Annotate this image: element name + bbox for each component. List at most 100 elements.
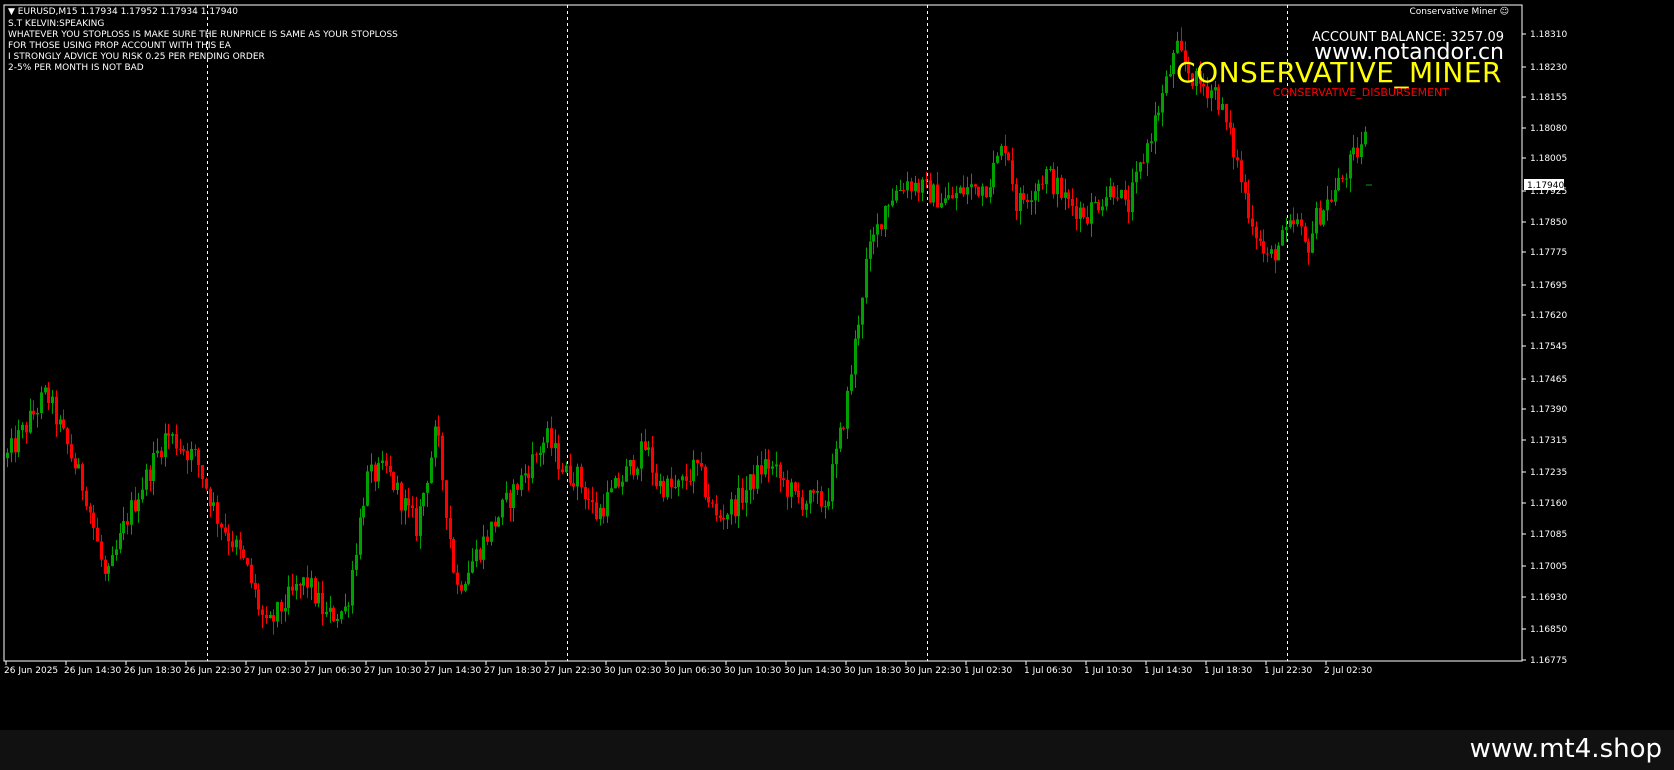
candle-body (370, 464, 373, 472)
candle-body (1169, 74, 1172, 77)
candle-body (269, 614, 272, 619)
candle-body (1341, 177, 1344, 179)
price-tick-label: 1.17315 (1530, 436, 1567, 446)
candle-body (190, 448, 193, 461)
candle-body (160, 450, 163, 457)
price-tick-label: 1.17775 (1530, 248, 1567, 258)
candle-body (220, 523, 223, 528)
candle-body (1232, 127, 1235, 158)
candle-body (850, 374, 853, 391)
candle-body (231, 541, 234, 548)
candle-body (134, 500, 137, 512)
ea-name-label[interactable]: Conservative Miner ☺ (1410, 7, 1510, 17)
price-tick-label: 1.18080 (1530, 124, 1567, 134)
candle-body (767, 459, 770, 469)
price-tick-label: 1.17465 (1530, 375, 1567, 385)
candle-body (205, 479, 208, 489)
candle-body (786, 479, 789, 497)
candle-body (1109, 186, 1112, 198)
candle-body (317, 592, 320, 604)
candle-body (715, 503, 718, 516)
candle-body (486, 536, 489, 542)
candle-body (561, 469, 564, 473)
candle-body (749, 474, 752, 491)
candle-body (107, 566, 110, 574)
candle-body (895, 190, 898, 201)
candle-body (201, 465, 204, 480)
current-price-label: 1.17940 (1527, 181, 1564, 191)
candle-body (1172, 52, 1175, 75)
candle-body (880, 224, 883, 230)
candle-body (632, 459, 635, 475)
time-tick-label: 27 Jun 18:30 (484, 666, 541, 676)
candle-body (1097, 202, 1100, 211)
chart-menu-triangle-icon[interactable]: ▼ (8, 7, 15, 17)
candle-body (992, 162, 995, 188)
candle-body (460, 584, 463, 591)
candle-body (865, 258, 868, 298)
candle-body (599, 507, 602, 520)
candle-body (1274, 249, 1277, 261)
candle-body (1244, 182, 1247, 193)
candle-body (389, 465, 392, 473)
chart-area[interactable]: 1.18310 1.18230 1.18155 1.18080 1.18005 1.179… (0, 0, 1674, 730)
candle-body (539, 452, 542, 455)
time-tick-label: 1 Jul 02:30 (964, 666, 1013, 676)
candle-body (276, 602, 279, 622)
candle-body (415, 508, 418, 536)
candle-body (14, 438, 17, 453)
price-chart[interactable]: 1.18310 1.18230 1.18155 1.18080 1.18005 1.179… (0, 0, 1674, 730)
price-tick-label: 1.16775 (1530, 656, 1567, 666)
candle-body (775, 464, 778, 467)
time-tick-label: 1 Jul 06:30 (1024, 666, 1073, 676)
candle-body (407, 498, 410, 506)
candle-body (216, 502, 219, 524)
candle-body (854, 338, 857, 375)
candle-body (280, 602, 283, 612)
candle-body (636, 468, 639, 475)
candle-body (584, 487, 587, 499)
price-tick-label: 1.18310 (1530, 30, 1567, 40)
candle-body (576, 466, 579, 487)
time-tick-label: 30 Jun 02:30 (604, 666, 661, 676)
candle-body (1105, 197, 1108, 207)
candle-body (1120, 189, 1123, 199)
candle-body (591, 500, 594, 503)
candle-body (1334, 190, 1337, 202)
price-tick-label: 1.17160 (1530, 499, 1567, 509)
candle-body (1086, 216, 1089, 224)
time-tick-label: 30 Jun 22:30 (904, 666, 961, 676)
symbol-ohlc: EURUSD,M15 1.17934 1.17952 1.17934 1.179… (17, 7, 238, 17)
candle-body (62, 419, 65, 429)
candle-body (81, 464, 84, 491)
candle-body (711, 502, 714, 504)
candle-body (392, 472, 395, 491)
candle-body (6, 452, 9, 459)
candle-body (959, 187, 962, 194)
candle-body (621, 481, 624, 487)
time-tick-label: 26 Jun 14:30 (64, 666, 121, 676)
candle-body (1112, 186, 1115, 198)
candle-body (1135, 171, 1138, 183)
candle-body (325, 611, 328, 615)
candle-body (1315, 207, 1318, 234)
candle-body (265, 614, 268, 619)
candle-body (670, 478, 673, 487)
candle-body (314, 578, 317, 604)
price-tick-label: 1.18005 (1530, 154, 1567, 164)
candle-body (906, 181, 909, 191)
candle-body (126, 521, 129, 525)
candle-body (374, 464, 377, 482)
candle-body (122, 521, 125, 534)
candle-body (404, 498, 407, 511)
candle-body (505, 492, 508, 500)
candle-body (674, 486, 677, 488)
candle-body (426, 482, 429, 493)
candle-body (839, 427, 842, 449)
candle-body (445, 480, 448, 518)
candle-body (1240, 160, 1243, 183)
candle-body (1161, 93, 1164, 113)
candle-body (17, 430, 20, 453)
ea-comment-line-5: 2-5% PER MONTH IS NOT BAD (8, 63, 144, 73)
candle-body (595, 502, 598, 520)
